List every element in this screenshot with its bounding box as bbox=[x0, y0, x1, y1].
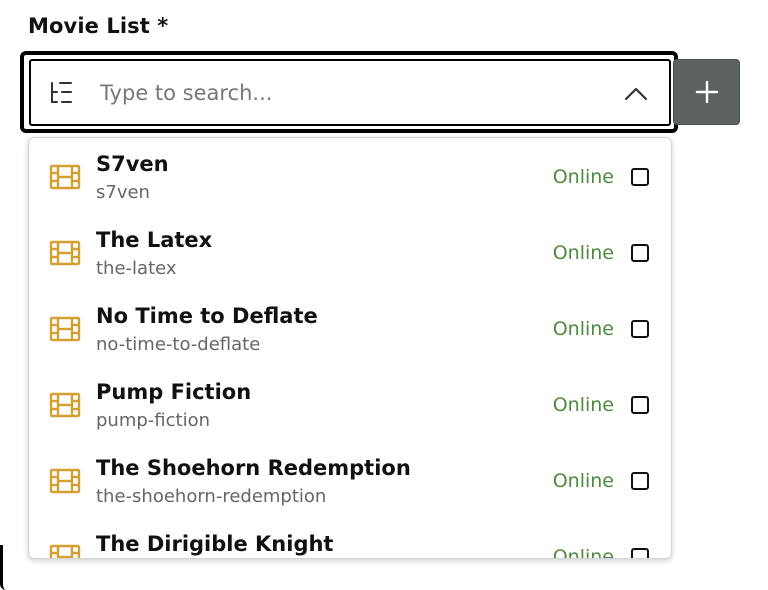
status-label: Online bbox=[552, 394, 614, 416]
film-icon bbox=[49, 544, 81, 558]
field-label: Movie List * bbox=[28, 14, 169, 38]
option-checkbox[interactable] bbox=[631, 548, 649, 558]
option-slug: s7ven bbox=[96, 182, 150, 203]
status-label: Online bbox=[552, 166, 614, 188]
option-checkbox[interactable] bbox=[631, 320, 649, 338]
list-item[interactable]: S7ven s7ven Online bbox=[29, 138, 671, 214]
plus-icon bbox=[695, 80, 719, 104]
list-item[interactable]: Pump Fiction pump-fiction Online bbox=[29, 366, 671, 442]
film-icon bbox=[49, 316, 81, 342]
film-icon bbox=[49, 468, 81, 494]
option-slug: the-latex bbox=[96, 258, 177, 279]
option-title: S7ven bbox=[96, 152, 169, 176]
status-label: Online bbox=[552, 242, 614, 264]
dropdown-list[interactable]: S7ven s7ven Online The Latex the-latex O… bbox=[28, 137, 672, 559]
tree-list-icon bbox=[51, 82, 72, 103]
option-title: The Latex bbox=[96, 228, 213, 252]
status-label: Online bbox=[552, 470, 614, 492]
option-title: The Dirigible Knight bbox=[96, 532, 334, 556]
card-edge bbox=[0, 545, 7, 590]
status-label: Online bbox=[552, 318, 614, 340]
option-checkbox[interactable] bbox=[631, 168, 649, 186]
list-item[interactable]: The Dirigible Knight Online bbox=[29, 518, 671, 559]
film-icon bbox=[49, 392, 81, 418]
option-slug: pump-fiction bbox=[96, 410, 211, 431]
option-title: Pump Fiction bbox=[96, 380, 252, 404]
option-slug: the-shoehorn-redemption bbox=[96, 486, 327, 507]
list-item[interactable]: No Time to Deflate no-time-to-deflate On… bbox=[29, 290, 671, 366]
option-title: The Shoehorn Redemption bbox=[96, 456, 411, 480]
film-icon bbox=[49, 240, 81, 266]
option-checkbox[interactable] bbox=[631, 244, 649, 262]
list-item[interactable]: The Shoehorn Redemption the-shoehorn-red… bbox=[29, 442, 671, 518]
option-title: No Time to Deflate bbox=[96, 304, 318, 328]
option-slug: no-time-to-deflate bbox=[96, 334, 261, 355]
film-icon bbox=[49, 164, 81, 190]
option-checkbox[interactable] bbox=[631, 396, 649, 414]
option-checkbox[interactable] bbox=[631, 472, 649, 490]
list-item[interactable]: The Latex the-latex Online bbox=[29, 214, 671, 290]
page: Movie List * Type to search... S7ven s7v… bbox=[0, 0, 768, 590]
add-button[interactable] bbox=[673, 59, 740, 125]
search-input[interactable] bbox=[100, 73, 580, 113]
chevron-up-icon[interactable] bbox=[622, 80, 650, 106]
status-label: Online bbox=[552, 546, 614, 559]
